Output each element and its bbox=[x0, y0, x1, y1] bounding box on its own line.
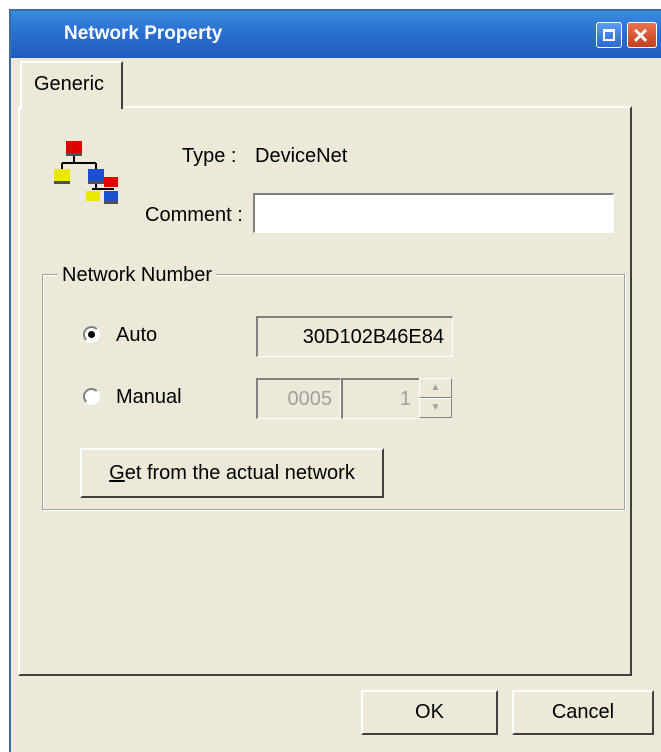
get-button-label: et from the actual network bbox=[124, 462, 355, 484]
manual-node-field[interactable]: 1 bbox=[341, 378, 420, 419]
tab-generic[interactable]: Generic bbox=[20, 61, 123, 109]
window-title: Network Property bbox=[64, 23, 223, 44]
manual-radio[interactable] bbox=[83, 388, 100, 405]
auto-radio[interactable] bbox=[83, 326, 100, 343]
arrow-up-icon[interactable]: ▲ bbox=[419, 378, 452, 398]
manual-label[interactable]: Manual bbox=[116, 386, 182, 409]
close-icon: × bbox=[633, 20, 649, 50]
network-icon bbox=[54, 141, 118, 204]
cancel-button[interactable]: Cancel bbox=[512, 690, 654, 735]
tab-generic-label: Generic bbox=[34, 73, 105, 95]
radio-selected-dot bbox=[88, 331, 95, 338]
get-button-accelerator: G bbox=[109, 462, 125, 484]
close-button[interactable]: × bbox=[627, 20, 657, 50]
node-spinner[interactable]: ▲ ▼ bbox=[419, 378, 452, 419]
network-number-group-title: Network Number bbox=[58, 264, 217, 287]
arrow-down-icon[interactable]: ▼ bbox=[419, 398, 452, 418]
type-label: Type : bbox=[182, 145, 237, 167]
auto-network-number-field: 30D102B46E84 bbox=[256, 316, 453, 357]
comment-label: Comment : bbox=[145, 204, 243, 226]
manual-network-number-field[interactable]: 0005 bbox=[256, 378, 341, 419]
get-from-network-button[interactable]: Get from the actual network bbox=[80, 448, 384, 498]
comment-input[interactable] bbox=[253, 193, 614, 233]
title-bar[interactable]: Network Property × bbox=[11, 11, 661, 58]
maximize-button[interactable] bbox=[596, 22, 622, 48]
maximize-icon bbox=[603, 29, 615, 41]
ok-button[interactable]: OK bbox=[361, 690, 498, 735]
auto-label[interactable]: Auto bbox=[116, 324, 157, 347]
type-value: DeviceNet bbox=[255, 145, 348, 167]
